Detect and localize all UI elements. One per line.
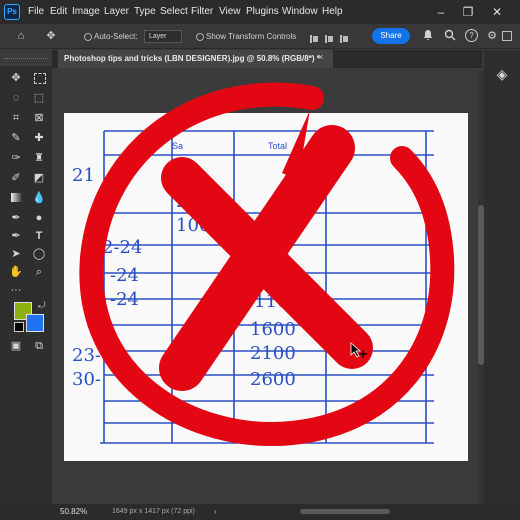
auto-select-checkbox[interactable] — [84, 33, 92, 41]
menu-file[interactable]: File — [28, 6, 44, 17]
help-icon[interactable]: ? — [465, 29, 478, 42]
eyedropper-tool[interactable]: ✎ — [8, 130, 24, 146]
menu-layer[interactable]: Layer — [104, 6, 129, 17]
auto-select-target-select[interactable]: Layer — [144, 30, 182, 43]
menu-plugins[interactable]: Plugins — [246, 6, 279, 17]
swap-colors-icon[interactable]: ⤾ — [38, 300, 46, 311]
zoom-tool[interactable]: ⌕ — [31, 264, 47, 280]
healing-brush-tool[interactable]: ✚ — [31, 130, 47, 146]
blur-tool[interactable]: 💧 — [31, 190, 47, 206]
edit-toolbar-button[interactable]: ··· — [8, 282, 24, 298]
pen-tool[interactable]: ✒ — [8, 228, 24, 244]
search-icon-glyph — [444, 29, 456, 41]
document-info[interactable]: 1649 px x 1417 px (72 ppi) — [112, 508, 195, 515]
red-x-circle-overlay — [79, 82, 455, 446]
right-panel-dock — [484, 50, 520, 510]
align-icons — [310, 35, 348, 43]
zoom-level[interactable]: 50.82% — [60, 507, 87, 516]
close-window-button[interactable]: ✕ — [488, 3, 506, 21]
horizontal-scrollbar-thumb[interactable] — [300, 509, 390, 514]
menu-filter[interactable]: Filter — [191, 6, 213, 17]
clone-stamp-tool[interactable]: ♜ — [31, 150, 47, 166]
menu-window[interactable]: Window — [282, 6, 318, 17]
dodge-tool[interactable]: ✒ — [8, 210, 24, 226]
mouse-cursor-icon — [350, 342, 367, 358]
eraser-tool[interactable]: ◩ — [31, 170, 47, 186]
tab-close-icon[interactable]: × — [318, 52, 323, 62]
smudge-tool[interactable]: ● — [31, 210, 47, 226]
bell-icon[interactable] — [421, 29, 435, 43]
move-tool-icon[interactable]: ✥ — [44, 29, 58, 43]
auto-select-label: Auto-Select: — [94, 32, 138, 41]
minimize-button[interactable]: – — [432, 3, 450, 21]
restore-button[interactable]: ❐ — [459, 3, 477, 21]
ellipse-tool[interactable]: ◯ — [31, 246, 47, 262]
menu-view[interactable]: View — [219, 6, 241, 17]
share-button[interactable]: Share — [372, 28, 410, 44]
lasso-tool[interactable]: ◌ — [8, 90, 24, 106]
gradient-tool[interactable] — [8, 190, 24, 206]
photoshop-logo[interactable]: Ps — [4, 4, 20, 20]
home-icon[interactable]: ⌂ — [14, 29, 28, 43]
frame-tool[interactable]: ⊠ — [31, 110, 47, 126]
align-buttons-group[interactable] — [308, 31, 358, 43]
menu-select[interactable]: Select — [160, 6, 188, 17]
layers-panel-icon[interactable]: ◈ — [494, 66, 510, 82]
vertical-scrollbar-thumb[interactable] — [478, 205, 484, 365]
show-transform-checkbox[interactable] — [196, 33, 204, 41]
toolbar-grip[interactable] — [4, 58, 48, 63]
path-selection-tool[interactable]: ➤ — [8, 246, 24, 262]
hand-tool[interactable]: ✋ — [8, 264, 24, 280]
bell-icon-glyph — [424, 30, 432, 40]
status-info-chevron-icon[interactable]: › — [214, 507, 217, 516]
document-tab-title: Photoshop tips and tricks (LBN DESIGNER)… — [64, 54, 320, 63]
menu-image[interactable]: Image — [72, 6, 100, 17]
menu-type[interactable]: Type — [134, 6, 156, 17]
type-tool[interactable]: T — [31, 228, 47, 244]
crop-tool[interactable]: ⌗ — [8, 110, 24, 126]
move-tool[interactable]: ✥ — [8, 70, 24, 86]
object-selection-tool[interactable]: ⬚ — [31, 90, 47, 106]
background-color-swatch[interactable] — [26, 314, 44, 332]
gear-icon[interactable]: ⚙ — [485, 29, 499, 43]
marquee-tool[interactable] — [31, 70, 47, 86]
menu-help[interactable]: Help — [322, 6, 343, 17]
quick-mask-icon[interactable]: ▣ — [8, 338, 24, 354]
brush-tool[interactable]: ✑ — [8, 150, 24, 166]
search-icon[interactable] — [443, 29, 457, 43]
workspace-icon[interactable] — [502, 31, 512, 41]
menu-edit[interactable]: Edit — [50, 6, 67, 17]
screen-mode-icon[interactable]: ⧉ — [31, 338, 47, 354]
history-brush-tool[interactable]: ✐ — [8, 170, 24, 186]
default-colors-icon[interactable] — [14, 322, 24, 332]
show-transform-label: Show Transform Controls — [206, 32, 297, 41]
